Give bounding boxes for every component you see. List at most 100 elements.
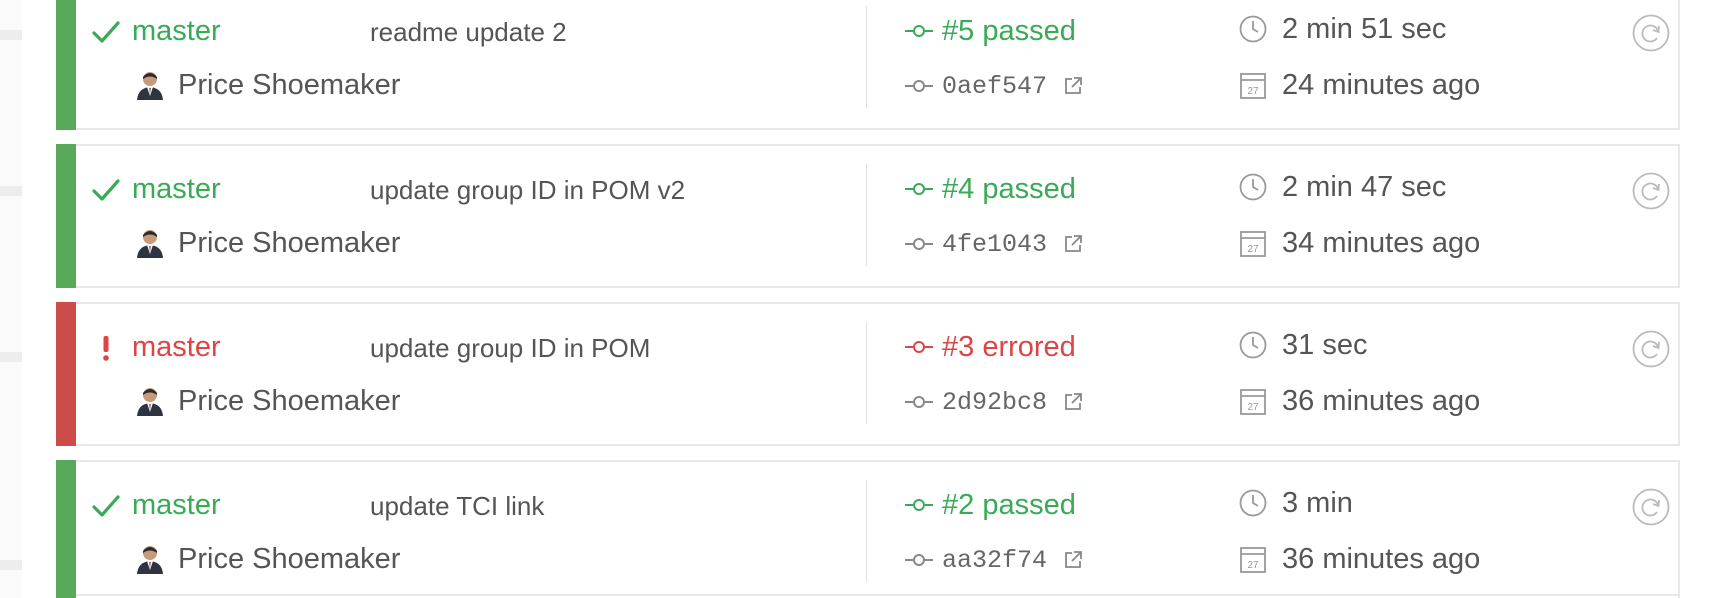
build-number-link[interactable]: #2 passed — [904, 488, 1076, 522]
build-finished: 27 24 minutes ago — [1238, 68, 1480, 102]
restart-icon[interactable] — [1632, 488, 1670, 526]
restart-icon[interactable] — [1632, 330, 1670, 368]
finished-text: 24 minutes ago — [1282, 69, 1481, 101]
commit-sha-link[interactable]: 4fe1043 — [904, 228, 1083, 260]
build-status-bar — [56, 302, 76, 446]
build-number-label: #3 errored — [942, 331, 1076, 363]
build-number-link[interactable]: #5 passed — [904, 14, 1076, 48]
duration-text: 2 min 51 sec — [1282, 13, 1447, 45]
sidebar-divider — [0, 352, 22, 362]
build-number-label: #5 passed — [942, 15, 1076, 47]
build-number-link[interactable]: #4 passed — [904, 172, 1076, 206]
author-name: Price Shoemaker — [178, 227, 401, 259]
build-finished: 27 36 minutes ago — [1238, 384, 1480, 418]
build-duration: 31 sec — [1238, 328, 1367, 362]
commit-icon — [905, 183, 933, 195]
commit-sha-link[interactable]: 0aef547 — [904, 70, 1083, 102]
commit-sha: 2d92bc8 — [942, 387, 1048, 417]
author-avatar — [137, 230, 163, 258]
author-name: Price Shoemaker — [178, 385, 401, 417]
commit-message[interactable]: update group ID in POM v2 — [370, 174, 685, 206]
build-number-label: #2 passed — [942, 489, 1076, 521]
author-avatar — [137, 72, 163, 100]
build-row[interactable]: master update TCI link Price Shoemaker #… — [56, 460, 1680, 598]
commit-icon — [905, 499, 933, 511]
external-link-icon[interactable] — [1063, 76, 1083, 96]
build-status-bar — [56, 460, 76, 598]
finished-text: 36 minutes ago — [1282, 543, 1481, 575]
column-divider — [866, 480, 867, 582]
restart-icon[interactable] — [1632, 172, 1670, 210]
finished-text: 34 minutes ago — [1282, 227, 1481, 259]
author-name: Price Shoemaker — [178, 69, 401, 101]
status-icon — [90, 332, 122, 364]
branch-name[interactable]: master — [132, 172, 221, 206]
next-build-row-edge — [56, 594, 1680, 598]
branch-name[interactable]: master — [132, 14, 221, 48]
build-row[interactable]: master readme update 2 Price Shoemaker #… — [56, 0, 1680, 130]
build-row[interactable]: master update group ID in POM v2 Price S… — [56, 144, 1680, 288]
duration-text: 31 sec — [1282, 329, 1368, 361]
column-divider — [866, 6, 867, 108]
commit-icon — [905, 80, 933, 92]
restart-icon[interactable] — [1632, 14, 1670, 52]
sidebar-divider — [0, 30, 22, 40]
build-finished: 27 34 minutes ago — [1238, 226, 1480, 260]
calendar-icon: 27 — [1240, 547, 1266, 573]
commit-message[interactable]: readme update 2 — [370, 16, 567, 48]
commit-sha: aa32f74 — [942, 545, 1048, 575]
sidebar-divider — [0, 560, 22, 570]
exclamation-icon — [103, 336, 109, 361]
clock-icon — [1239, 489, 1267, 517]
commit-icon — [905, 341, 933, 353]
commit-message[interactable]: update group ID in POM — [370, 332, 650, 364]
build-status-bar — [56, 144, 76, 288]
build-row[interactable]: master update group ID in POM Price Shoe… — [56, 302, 1680, 446]
column-divider — [866, 164, 867, 266]
status-icon — [90, 16, 122, 48]
calendar-icon: 27 — [1240, 231, 1266, 257]
build-duration: 2 min 47 sec — [1238, 170, 1446, 204]
commit-sha: 0aef547 — [942, 71, 1048, 101]
external-link-icon[interactable] — [1063, 392, 1083, 412]
build-duration: 2 min 51 sec — [1238, 12, 1446, 46]
clock-icon — [1239, 15, 1267, 43]
svg-text:27: 27 — [1247, 560, 1259, 571]
finished-text: 36 minutes ago — [1282, 385, 1481, 417]
external-link-icon[interactable] — [1063, 550, 1083, 570]
left-sidebar-edge — [0, 0, 22, 598]
status-icon — [90, 490, 122, 522]
svg-text:27: 27 — [1247, 244, 1259, 255]
build-status-bar — [56, 0, 76, 130]
build-number-label: #4 passed — [942, 173, 1076, 205]
check-icon — [92, 21, 120, 43]
commit-message[interactable]: update TCI link — [370, 490, 544, 522]
commit-author: Price Shoemaker — [136, 226, 400, 260]
status-icon — [90, 174, 122, 206]
build-number-link[interactable]: #3 errored — [904, 330, 1076, 364]
build-duration: 3 min — [1238, 486, 1353, 520]
check-icon — [92, 179, 120, 201]
commit-sha: 4fe1043 — [942, 229, 1048, 259]
branch-name[interactable]: master — [132, 488, 221, 522]
svg-text:27: 27 — [1247, 402, 1259, 413]
commit-icon — [905, 396, 933, 408]
commit-author: Price Shoemaker — [136, 542, 400, 576]
commit-icon — [905, 25, 933, 37]
author-avatar — [137, 546, 163, 574]
external-link-icon[interactable] — [1063, 234, 1083, 254]
commit-icon — [905, 238, 933, 250]
svg-text:27: 27 — [1247, 86, 1259, 97]
branch-name[interactable]: master — [132, 330, 221, 364]
build-history-page: master readme update 2 Price Shoemaker #… — [0, 0, 1712, 598]
commit-author: Price Shoemaker — [136, 68, 400, 102]
commit-icon — [905, 554, 933, 566]
check-icon — [92, 495, 120, 517]
duration-text: 2 min 47 sec — [1282, 171, 1447, 203]
commit-author: Price Shoemaker — [136, 384, 400, 418]
commit-sha-link[interactable]: 2d92bc8 — [904, 386, 1083, 418]
column-divider — [866, 322, 867, 424]
build-list: master readme update 2 Price Shoemaker #… — [56, 0, 1680, 598]
author-avatar — [137, 388, 163, 416]
commit-sha-link[interactable]: aa32f74 — [904, 544, 1083, 576]
